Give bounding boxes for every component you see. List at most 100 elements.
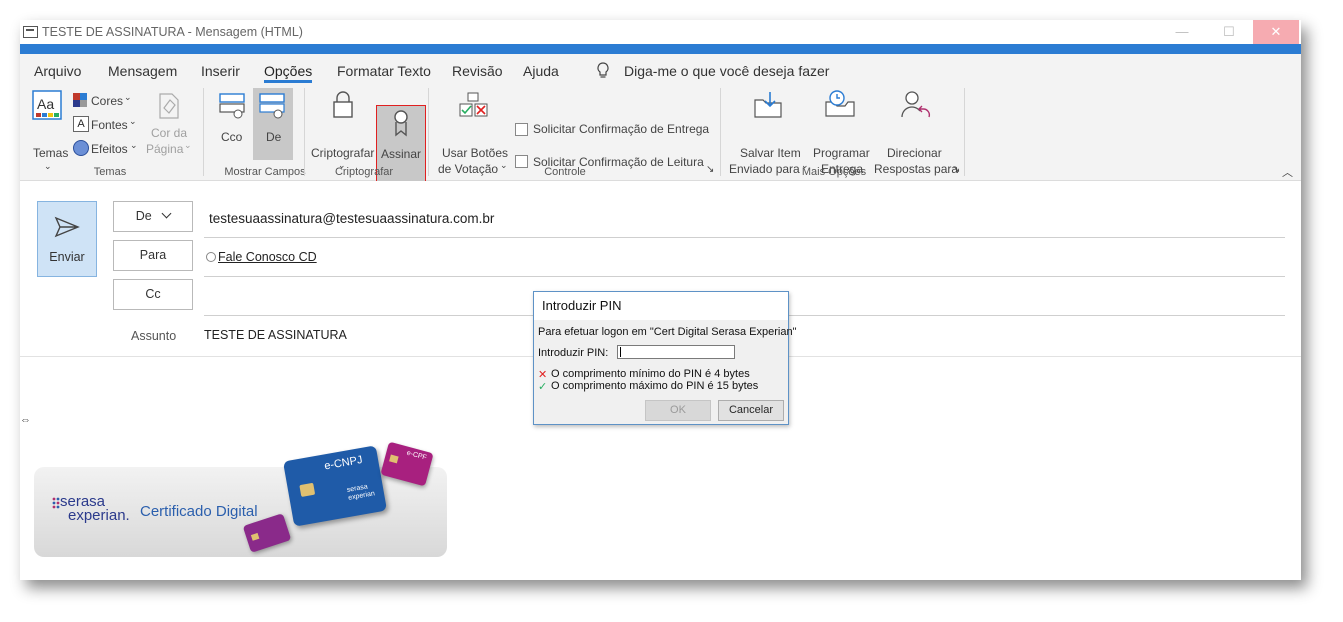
voting-buttons-label-line1[interactable]: Usar Botões [442,146,508,160]
ribbon-separator [304,88,305,176]
window-title: TESTE DE ASSINATURA - Mensagem (HTML) [42,25,303,39]
tab-mensagem[interactable]: Mensagem [108,63,177,79]
ecnpj-card-label: e-CNPJ [323,453,364,473]
send-label: Enviar [49,250,85,264]
from-field[interactable]: testesuaassinatura@testesuaassinatura.co… [209,211,494,226]
cancel-button[interactable]: Cancelar [718,400,784,421]
ribbon-separator [428,88,429,176]
tab-revisao[interactable]: Revisão [452,63,503,79]
from-button[interactable]: De [113,201,193,232]
effects-chevron-icon: ⌄ [130,140,138,150]
tab-opcoes[interactable]: Opções [264,63,313,83]
tab-formatar-texto[interactable]: Formatar Texto [337,63,431,79]
fonts-icon: A [73,116,89,132]
certificate-ribbon-icon [394,110,408,137]
to-recipient[interactable]: Fale Conosco CD [218,250,317,264]
bcc-field-icon [219,93,245,119]
from-field-icon [259,93,285,119]
to-button[interactable]: Para [113,240,193,271]
from-field-toggle[interactable]: De [253,88,293,160]
tab-arquivo[interactable]: Arquivo [34,63,81,79]
ecpf-card: e-CPF [380,441,434,487]
voting-buttons-icon [459,92,488,117]
delay-delivery-icon [825,90,855,117]
ribbon-options: Aa Temas ⌄ Cores ⌄ A Fontes ⌄ Efeitos ⌄ … [20,84,1301,185]
group-label-mais-opcoes: Mais Opções [801,166,867,178]
lightbulb-icon [597,62,609,78]
page-color-label-line1: Cor da [151,126,188,140]
ribbon-separator [203,88,204,176]
outlook-message-window: TESTE DE ASSINATURA - Mensagem (HTML) — … [20,20,1301,580]
direct-replies-label-line1[interactable]: Direcionar [887,146,942,160]
signature-banner-image: serasa experian. Certificado Digital e-C… [34,441,447,557]
tab-ajuda[interactable]: Ajuda [523,63,559,79]
minimize-button[interactable]: — [1159,20,1205,44]
pin-label: Introduzir PIN: [538,347,609,359]
cco-button[interactable]: Cco [214,88,252,158]
title-accent-bar [20,44,1301,54]
pin-dialog: Introduzir PIN Para efetuar logon em "Ce… [533,291,797,425]
pin-rule-max: O comprimento máximo do PIN é 15 bytes [551,380,759,392]
themes-button[interactable]: Aa [32,90,66,124]
pin-input[interactable] [617,345,735,359]
themes-icon: Aa [32,90,62,120]
ecnpj-card: e-CNPJ serasa experian [282,445,388,527]
encrypt-button[interactable]: Criptografar [311,146,374,160]
chip-icon [250,532,260,541]
save-sent-item-label-line1[interactable]: Salvar Item [740,146,801,160]
table-move-handle-icon[interactable]: ⇔ [20,414,31,426]
delivery-receipt-checkbox[interactable] [515,123,528,136]
field-divider [204,237,1285,238]
ribbon-tabs: Arquivo Mensagem Inserir Opções Formatar… [20,54,1301,84]
colors-button[interactable]: Cores [91,94,123,108]
close-button[interactable]: ✕ [1253,20,1299,44]
delay-delivery-label-line1[interactable]: Programar [813,146,870,160]
save-sent-item-icon [754,92,782,118]
controle-dialog-launcher-icon[interactable]: ↘ [706,164,714,175]
chip-icon [299,482,316,498]
send-button[interactable]: Enviar [37,201,97,277]
title-bar: TESTE DE ASSINATURA - Mensagem (HTML) — … [20,20,1301,44]
pin-rule-min: O comprimento mínimo do PIN é 4 bytes [551,368,750,380]
group-label-controle: Controle [544,166,586,178]
de-label: De [266,130,282,144]
field-divider [204,276,1285,277]
themes-chevron-down-icon: ⌄ [44,161,52,171]
from-button-label: De [135,209,152,223]
collapse-ribbon-chevron-up-icon[interactable]: ︿ [1282,164,1293,180]
page-color-icon [159,93,179,119]
product-title: Certificado Digital [140,503,258,520]
page-color-chevron-icon: ⌄ [184,140,192,150]
group-label-mostrar-campos: Mostrar Campos [224,166,306,178]
fonts-button[interactable]: Fontes [91,118,128,132]
maximize-button[interactable]: ☐ [1206,20,1252,44]
ok-button[interactable]: OK [645,400,711,421]
chip-icon [389,454,399,464]
effects-button[interactable]: Efeitos [91,142,128,156]
themes-label: Temas [33,146,69,160]
ribbon-separator [964,88,965,176]
from-chevron-down-icon [161,208,172,219]
effects-icon [73,140,89,156]
fonts-chevron-icon: ⌄ [129,116,137,126]
page-color-label-line2: Página [146,142,184,156]
cc-button[interactable]: Cc [113,279,193,310]
direct-replies-label-line2[interactable]: Respostas para [874,162,958,176]
subject-field[interactable]: TESTE DE ASSINATURA [204,328,347,342]
mais-opcoes-dialog-launcher-icon[interactable]: ↘ [952,164,960,175]
colors-icon [73,93,87,107]
tab-inserir[interactable]: Inserir [201,63,240,79]
direct-replies-icon [901,91,931,118]
voting-buttons-label-line2[interactable]: de Votação [438,162,498,176]
tell-me-search[interactable]: Diga-me o que você deseja fazer [624,63,829,79]
pin-dialog-title: Introduzir PIN [534,292,788,320]
voting-chevron-icon: ⌄ [500,160,508,170]
presence-status-icon [206,252,216,262]
subject-label: Assunto [131,329,177,343]
svg-text:Aa: Aa [37,96,54,112]
ribbon-separator [720,88,721,176]
lock-icon [333,91,353,118]
send-icon [54,216,80,238]
serasa-logo-line2: experian. [68,507,130,524]
cco-label: Cco [221,130,243,144]
